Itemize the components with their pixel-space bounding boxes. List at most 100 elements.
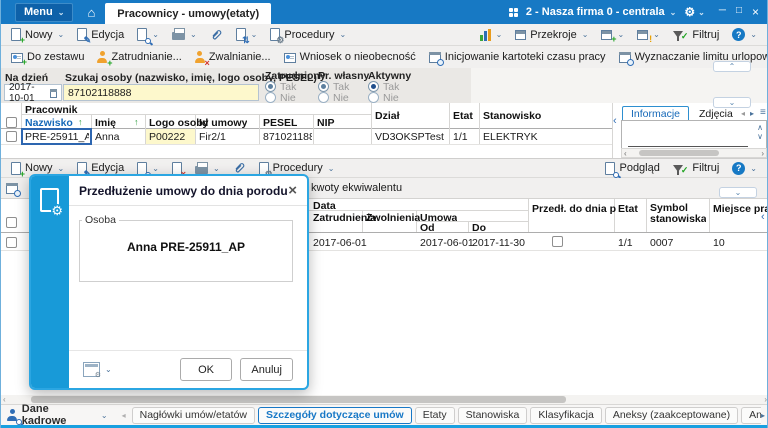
col-header-id-umowy[interactable]: Id umowy bbox=[199, 117, 247, 129]
menu-button[interactable]: Menu ⌄ bbox=[15, 3, 73, 22]
chart-button[interactable]: ⌄ bbox=[475, 27, 508, 43]
collapse-toolbar-button[interactable]: ⌃ bbox=[713, 61, 751, 72]
tab-etaty[interactable]: Etaty bbox=[415, 407, 455, 424]
close-icon[interactable]: × bbox=[288, 182, 297, 199]
app-grid-icon[interactable] bbox=[509, 8, 518, 17]
select-all-checkbox[interactable] bbox=[6, 217, 17, 231]
na-dzien-input[interactable]: 2017-10-01 bbox=[4, 84, 62, 101]
tabs-scroll-right-icon[interactable]: ▸ bbox=[750, 109, 754, 118]
collapse-filter-button[interactable]: ⌄ bbox=[713, 97, 751, 108]
cell-nazwisko[interactable]: PRE-25911_AP bbox=[25, 131, 89, 143]
cell-logo-osoby[interactable]: P00222 bbox=[149, 131, 193, 143]
row-checkbox[interactable] bbox=[6, 237, 17, 251]
col-header-miejsce[interactable]: Miejsce pracy bbox=[713, 203, 768, 215]
cell-id-umowy[interactable]: Fir2/1 bbox=[199, 131, 257, 143]
s2-filter-button[interactable]: ✓ Filtruj bbox=[668, 159, 724, 178]
dane-kadrowe-button[interactable]: Dane kadrowe ⌄ bbox=[7, 403, 108, 427]
scrollbar-thumb[interactable] bbox=[31, 396, 566, 403]
horizontal-scrollbar[interactable]: ‹ › bbox=[1, 395, 768, 404]
tab-klasyfikacja[interactable]: Klasyfikacja bbox=[530, 407, 601, 424]
cell-miejsce[interactable]: 10 bbox=[713, 237, 725, 249]
zwalnianie-button[interactable]: × Zwalnianie... bbox=[190, 49, 276, 65]
tab-naglowki[interactable]: Nagłówki umów/etatów bbox=[132, 407, 255, 424]
s2-collapse-button[interactable]: ⌄ bbox=[719, 187, 757, 198]
document-tab[interactable]: Pracownicy - umowy(etaty) bbox=[105, 3, 271, 24]
tabs-menu-icon[interactable]: ≡ bbox=[760, 107, 766, 118]
preview-button[interactable]: ⌄ bbox=[132, 26, 164, 43]
cell-do[interactable]: 2017-11-30 bbox=[472, 237, 525, 249]
maximize-button[interactable]: □ bbox=[736, 5, 742, 19]
cell-zatrudnienia[interactable]: 2017-06-01 bbox=[313, 237, 367, 249]
col-header-stanowisko[interactable]: Stanowisko bbox=[483, 110, 541, 122]
info-panel-hscrollbar[interactable]: ‹ › bbox=[621, 148, 767, 158]
search-person-input[interactable]: 87102118888 bbox=[63, 84, 259, 101]
cell-przedl-checkbox[interactable] bbox=[552, 236, 563, 250]
procedures-button[interactable]: ⚙ Procedury ⌄ bbox=[265, 26, 351, 43]
add-panel-button[interactable]: + ⌄ bbox=[596, 28, 629, 42]
home-icon[interactable]: ⌂ bbox=[87, 6, 95, 19]
col-header-etat[interactable]: Etat bbox=[618, 203, 638, 215]
do-zestawu-button[interactable]: + Do zestawu bbox=[6, 49, 89, 65]
select-all-checkbox[interactable] bbox=[6, 117, 17, 131]
col-header-imie[interactable]: Imię bbox=[95, 117, 116, 129]
close-button[interactable]: × bbox=[752, 5, 759, 19]
col-header-zwolnienia[interactable]: Zwolnienia bbox=[366, 212, 420, 224]
scrollbar-thumb[interactable] bbox=[639, 150, 719, 156]
tab-stanowiska[interactable]: Stanowiska bbox=[458, 407, 528, 424]
sort-asc-icon[interactable]: ↑ bbox=[134, 117, 139, 127]
cell-imie[interactable]: Anna bbox=[95, 131, 143, 143]
settings-button[interactable]: ⚙ ⌄ bbox=[684, 5, 704, 19]
calendar-icon[interactable] bbox=[50, 89, 57, 98]
col-header-od[interactable]: Od bbox=[420, 222, 435, 234]
scroll-up-icon[interactable]: ∧ bbox=[757, 123, 763, 132]
row-checkbox[interactable] bbox=[6, 131, 17, 145]
filter-button[interactable]: ✓ Filtruj bbox=[668, 25, 724, 44]
wniosek-nieobecnosc-button[interactable]: Wniosek o nieobecność bbox=[279, 49, 421, 65]
scroll-right-icon[interactable]: › bbox=[764, 395, 767, 404]
minimize-button[interactable]: ─ bbox=[719, 5, 726, 19]
scroll-down-icon[interactable]: ∨ bbox=[757, 132, 763, 141]
cell-dzial[interactable]: VD3OKSPTest bbox=[375, 131, 447, 143]
attachment-button[interactable] bbox=[205, 26, 228, 44]
cell-stanowisko[interactable]: ELEKTRYK bbox=[483, 131, 603, 143]
zatrudnianie-button[interactable]: + Zatrudnianie... bbox=[92, 49, 186, 65]
inicjowanie-kartoteki-button[interactable]: Inicjowanie kartoteki czasu pracy bbox=[424, 49, 611, 65]
col-header-do[interactable]: Do bbox=[472, 222, 486, 234]
col-header-symbol[interactable]: Symbol stanowiska bbox=[650, 203, 706, 225]
cell-symbol[interactable]: 0007 bbox=[650, 237, 673, 249]
edit-button[interactable]: ✎ Edycja bbox=[72, 26, 129, 43]
dialog-options-button[interactable]: ⌄ bbox=[83, 362, 112, 377]
col-header-pesel[interactable]: PESEL bbox=[263, 117, 297, 129]
company-selector[interactable]: 2 - Nasza firma 0 - centrala ⌄ bbox=[526, 6, 677, 18]
tabs-scroll-left-icon[interactable]: ◂ bbox=[122, 411, 126, 420]
col-header-nip[interactable]: NIP bbox=[317, 117, 335, 129]
tabs-scroll-left-icon[interactable]: ◂ bbox=[741, 109, 745, 118]
tabs-scroll-right-icon[interactable]: ▸ bbox=[761, 411, 765, 420]
scroll-left-icon[interactable]: ‹ bbox=[3, 395, 6, 404]
tab-aneksy-zaakceptowane[interactable]: Aneksy (zaakceptowane) bbox=[605, 407, 738, 424]
scroll-left-icon[interactable]: ‹ bbox=[624, 149, 627, 158]
collapse-panel-right-button[interactable]: ‹ bbox=[761, 211, 765, 223]
cell-etat[interactable]: 1/1 bbox=[618, 237, 633, 249]
sort-asc-icon[interactable]: ↑ bbox=[78, 117, 83, 127]
wyliczanie-kwoty-label[interactable]: kwoty ekwiwalentu bbox=[311, 182, 402, 194]
cross-sections-button[interactable]: Przekroje ⌄ bbox=[510, 27, 593, 43]
s2-podglad-button[interactable]: Podgląd bbox=[600, 160, 664, 177]
col-header-przedl[interactable]: Przedł. do dnia porodu bbox=[532, 203, 616, 215]
help-button[interactable]: ? ⌄ bbox=[727, 26, 762, 43]
export-button[interactable]: ⇅ ⌄ bbox=[231, 26, 263, 43]
calendar-calc-icon[interactable] bbox=[6, 183, 18, 194]
cell-etat[interactable]: 1/1 bbox=[453, 131, 479, 143]
s2-help-button[interactable]: ? ⌄ bbox=[727, 160, 762, 177]
cell-od[interactable]: 2017-06-01 bbox=[420, 237, 474, 249]
cell-pesel[interactable]: 87102118888 bbox=[263, 131, 312, 143]
scroll-right-icon[interactable]: › bbox=[761, 149, 764, 158]
tab-szczegoly[interactable]: Szczegóły dotyczące umów bbox=[258, 407, 412, 424]
col-header-dzial[interactable]: Dział bbox=[375, 110, 400, 122]
print-button[interactable]: ⌄ bbox=[167, 27, 202, 42]
cancel-button[interactable]: Anuluj bbox=[240, 358, 293, 381]
new-button[interactable]: + Nowy ⌄ bbox=[6, 26, 69, 43]
ok-button[interactable]: OK bbox=[180, 358, 233, 381]
panel-warning-button[interactable]: ! ⌄ bbox=[632, 28, 665, 42]
col-header-etat[interactable]: Etat bbox=[453, 110, 473, 122]
